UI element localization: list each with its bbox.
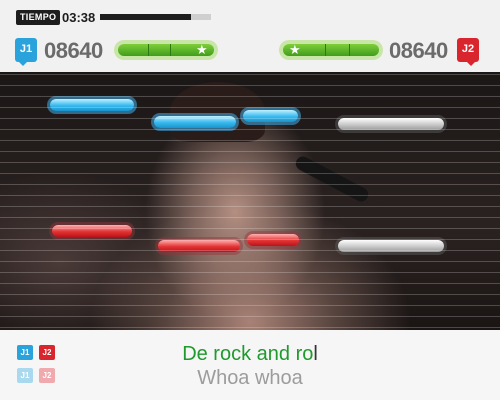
- pitch-note-player1: [243, 110, 298, 122]
- scanline: [0, 206, 500, 207]
- scanline: [0, 261, 500, 262]
- scanline: [0, 217, 500, 218]
- scanline: [0, 74, 500, 75]
- player2-score: 08640: [389, 38, 448, 63]
- scanline: [0, 305, 500, 306]
- pitch-note-player2: [247, 234, 299, 246]
- scanline: [0, 107, 500, 108]
- scanline: [0, 239, 500, 240]
- scanline: [0, 327, 500, 328]
- scanline: [0, 316, 500, 317]
- scanline: [0, 250, 500, 251]
- pitch-note-player1: [50, 99, 134, 111]
- timer-value: 03:38: [62, 10, 96, 25]
- music-video-background: [0, 72, 500, 330]
- scanline: [0, 195, 500, 196]
- scanline: [0, 85, 500, 86]
- scanline: [0, 294, 500, 295]
- scanline: [0, 184, 500, 185]
- timer-progress-bar: [100, 14, 211, 20]
- lyric-cursor: l: [313, 343, 318, 365]
- player2-star-meter: ★: [279, 40, 383, 60]
- star-icon: ★: [196, 42, 208, 57]
- star-icon: ★: [289, 42, 301, 57]
- timer-label: TIEMPO: [16, 10, 61, 25]
- current-lyric-line: De rock and rol: [0, 342, 500, 366]
- scanline: [0, 151, 500, 152]
- scanline: [0, 129, 500, 130]
- player1-score: 08640: [44, 38, 103, 63]
- scanline: [0, 140, 500, 141]
- player1-tag: J1: [15, 38, 37, 66]
- pitch-note-player2: [52, 225, 132, 237]
- next-lyric-line: Whoa whoa: [197, 367, 303, 389]
- player1-star-meter: ★: [114, 40, 218, 60]
- scanline: [0, 173, 500, 174]
- lyric-sung-part: De rock and ro: [182, 343, 314, 365]
- scanline: [0, 162, 500, 163]
- scanline: [0, 283, 500, 284]
- player2-tag: J2: [457, 38, 479, 66]
- scanline: [0, 96, 500, 97]
- scanline: [0, 228, 500, 229]
- timer-progress-fill: [100, 14, 192, 20]
- hud-bar: TIEMPO 03:38 J1 08640 ★ ★ 08640 J2: [0, 0, 500, 72]
- scanline: [0, 118, 500, 119]
- scanline: [0, 272, 500, 273]
